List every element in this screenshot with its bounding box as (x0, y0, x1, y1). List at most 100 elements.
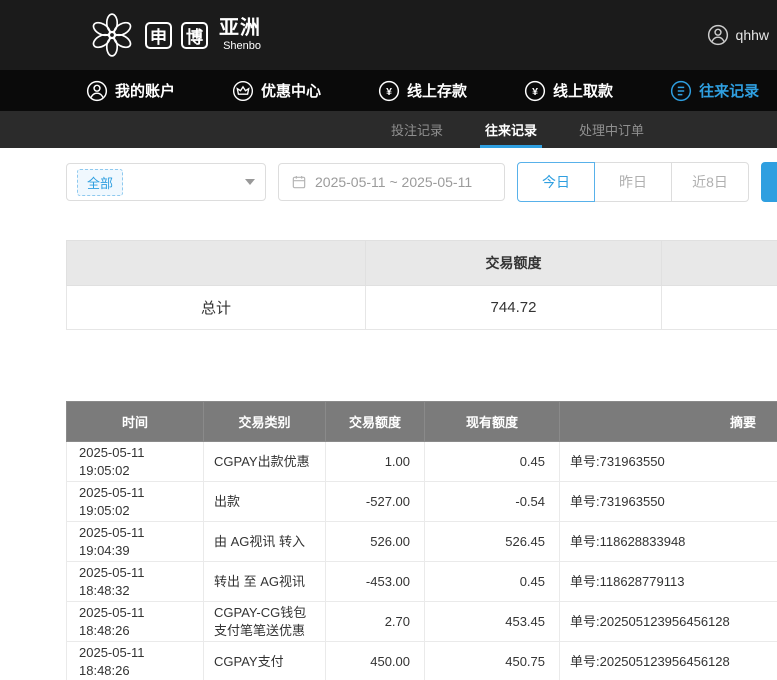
column-header: 交易额度 (326, 402, 425, 442)
quick-range-button-2[interactable]: 昨日 (594, 162, 672, 202)
cell-type: CGPAY-CG钱包支付笔笔送优惠 (204, 602, 326, 642)
nav-item-4[interactable]: ¥ 线上取款 (524, 80, 613, 102)
cell-balance: 453.45 (425, 602, 560, 642)
table-row: 2025-05-11 19:04:39由 AG视讯 转入526.00526.45… (67, 522, 777, 562)
username-text: qhhw (736, 27, 769, 43)
quick-range-buttons: 今日昨日近8日 (517, 162, 749, 202)
summary-total-label: 总计 (67, 286, 366, 330)
table-row: 2025-05-11 19:05:02CGPAY出款优惠1.000.45单号:7… (67, 442, 777, 482)
cell-amount: -527.00 (326, 482, 425, 522)
cell-time: 2025-05-11 19:05:02 (67, 482, 204, 522)
cell-type: 转出 至 AG视讯 (204, 562, 326, 602)
brand-char-box: 博 (181, 22, 208, 49)
tab-2[interactable]: 往来记录 (480, 111, 542, 148)
tab-3[interactable]: 处理中订单 (574, 111, 649, 148)
cell-balance: 0.45 (425, 562, 560, 602)
cell-time: 2025-05-11 19:05:02 (67, 442, 204, 482)
cell-summary: 单号:731963550 (560, 482, 777, 522)
nav-item-3[interactable]: ¥ 线上存款 (378, 80, 467, 102)
nav-item-label: 线上存款 (407, 80, 467, 101)
cell-summary: 单号:118628833948 (560, 522, 777, 562)
withdraw-icon: ¥ (524, 80, 546, 102)
chevron-down-icon (245, 179, 255, 185)
cell-balance: -0.54 (425, 482, 560, 522)
nav-item-label: 往来记录 (699, 80, 759, 101)
nav-item-label: 优惠中心 (261, 80, 321, 101)
brand-char-box: 申 (145, 22, 172, 49)
cell-time: 2025-05-11 18:48:26 (67, 642, 204, 680)
cell-amount: 526.00 (326, 522, 425, 562)
user-avatar-icon (707, 24, 729, 46)
sub-nav: 投注记录往来记录处理中订单 (0, 111, 777, 148)
nav-item-5[interactable]: 往来记录 (670, 80, 759, 102)
svg-text:¥: ¥ (386, 86, 392, 98)
summary-empty-header (662, 241, 777, 286)
summary-total-value: 744.72 (366, 286, 662, 330)
cell-amount: 1.00 (326, 442, 425, 482)
nav-item-label: 线上取款 (553, 80, 613, 101)
flower-logo-icon (88, 11, 136, 59)
brand-suffix: 亚洲 (219, 18, 261, 38)
records-icon (670, 80, 692, 102)
summary-total-row: 总计 744.72 (67, 286, 777, 330)
summary-table: 交易额度 总计 744.72 (66, 240, 777, 330)
category-select[interactable]: 全部 (66, 163, 266, 201)
cell-type: 由 AG视讯 转入 (204, 522, 326, 562)
date-range-input[interactable]: 2025-05-11 ~ 2025-05-11 (278, 163, 505, 201)
cell-summary: 单号:202505123956456128 (560, 642, 777, 680)
cell-balance: 450.75 (425, 642, 560, 680)
cell-time: 2025-05-11 18:48:26 (67, 602, 204, 642)
records-table: 时间交易类别交易额度现有额度摘要 2025-05-11 19:05:02CGPA… (66, 401, 777, 680)
cell-amount: -453.00 (326, 562, 425, 602)
quick-range-button-1[interactable]: 今日 (517, 162, 595, 202)
summary-empty-header (67, 241, 366, 286)
cell-amount: 450.00 (326, 642, 425, 680)
column-header: 时间 (67, 402, 204, 442)
cell-summary: 单号:118628779113 (560, 562, 777, 602)
cell-amount: 2.70 (326, 602, 425, 642)
records-header-row: 时间交易类别交易额度现有额度摘要 (67, 402, 777, 442)
table-row: 2025-05-11 18:48:26CGPAY-CG钱包支付笔笔送优惠2.70… (67, 602, 777, 642)
cell-time: 2025-05-11 18:48:32 (67, 562, 204, 602)
cell-balance: 0.45 (425, 442, 560, 482)
user-icon (86, 80, 108, 102)
selected-category-tag: 全部 (77, 169, 123, 196)
deposit-icon: ¥ (378, 80, 400, 102)
crown-icon (232, 80, 254, 102)
column-header: 现有额度 (425, 402, 560, 442)
table-row: 2025-05-11 19:05:02出款-527.00-0.54单号:7319… (67, 482, 777, 522)
table-row: 2025-05-11 18:48:26CGPAY支付450.00450.75单号… (67, 642, 777, 680)
cell-type: CGPAY出款优惠 (204, 442, 326, 482)
brand-logo: 申 博 亚洲 Shenbo (88, 11, 261, 59)
summary-header-row: 交易额度 (67, 241, 777, 286)
user-account[interactable]: qhhw (707, 24, 769, 46)
calendar-icon (291, 174, 307, 190)
summary-empty-cell (662, 286, 777, 330)
cell-type: CGPAY支付 (204, 642, 326, 680)
main-nav: 我的账户 优惠中心 ¥ 线上存款 ¥ 线上取款 往来记录 (0, 70, 777, 111)
tab-1[interactable]: 投注记录 (386, 111, 448, 148)
search-button[interactable] (761, 162, 777, 202)
nav-item-label: 我的账户 (115, 80, 175, 101)
top-header: 申 博 亚洲 Shenbo qhhw (0, 0, 777, 70)
page: 申 博 亚洲 Shenbo qhhw 我的账户优惠中心¥线上存款¥线上取款往来记… (0, 0, 777, 680)
table-row: 2025-05-11 18:48:32转出 至 AG视讯-453.000.45单… (67, 562, 777, 602)
filter-row: 全部 2025-05-11 ~ 2025-05-11 今日昨日近8日 (66, 162, 777, 202)
brand-text: 亚洲 Shenbo (219, 18, 261, 52)
cell-time: 2025-05-11 19:04:39 (67, 522, 204, 562)
records-body: 2025-05-11 19:05:02CGPAY出款优惠1.000.45单号:7… (67, 442, 777, 680)
quick-range-button-3[interactable]: 近8日 (671, 162, 749, 202)
cell-summary: 单号:202505123956456128 (560, 602, 777, 642)
column-header: 摘要 (560, 402, 777, 442)
nav-item-2[interactable]: 优惠中心 (232, 80, 321, 102)
svg-text:¥: ¥ (532, 86, 538, 98)
date-range-value: 2025-05-11 ~ 2025-05-11 (315, 174, 472, 190)
summary-amount-header: 交易额度 (366, 241, 662, 286)
column-header: 交易类别 (204, 402, 326, 442)
cell-balance: 526.45 (425, 522, 560, 562)
nav-item-1[interactable]: 我的账户 (86, 80, 175, 102)
cell-summary: 单号:731963550 (560, 442, 777, 482)
cell-type: 出款 (204, 482, 326, 522)
brand-subtitle: Shenbo (223, 41, 261, 52)
content: 全部 2025-05-11 ~ 2025-05-11 今日昨日近8日 (0, 148, 777, 680)
